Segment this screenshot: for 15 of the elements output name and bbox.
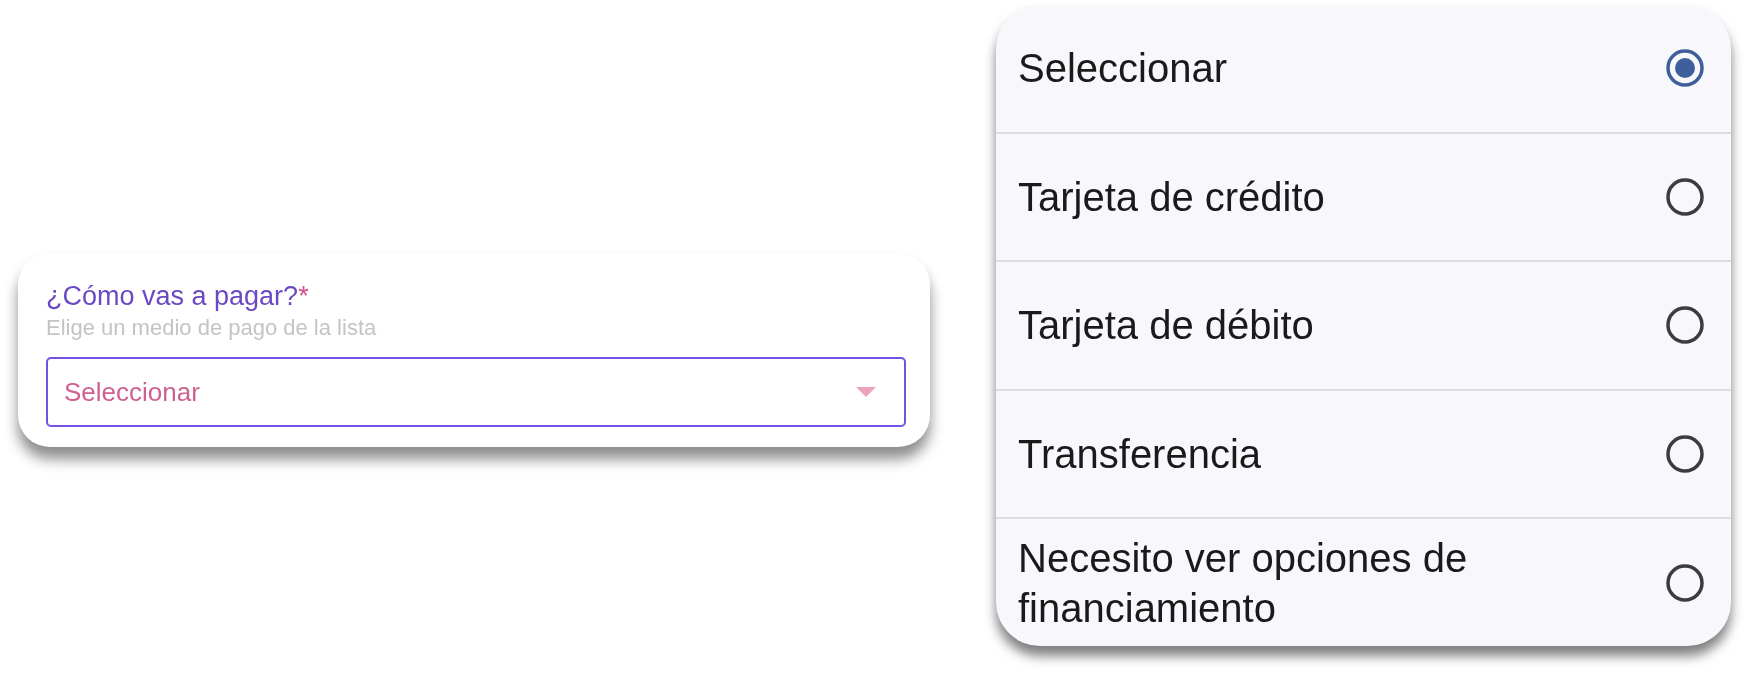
- required-mark: *: [298, 281, 309, 311]
- payment-option[interactable]: Tarjeta de débito: [996, 262, 1731, 389]
- payment-option[interactable]: Necesito ver opciones de financiamiento: [996, 519, 1731, 646]
- payment-option[interactable]: Tarjeta de crédito: [996, 133, 1731, 261]
- payment-option[interactable]: Seleccionar: [996, 5, 1731, 132]
- field-hint: Elige un medio de pago de la lista: [46, 314, 378, 342]
- field-label: ¿Cómo vas a pagar?: [46, 281, 299, 311]
- radio-empty-icon[interactable]: [1666, 306, 1704, 345]
- radio-empty-icon[interactable]: [1666, 435, 1704, 474]
- payment-select[interactable]: Seleccionar: [46, 357, 906, 427]
- radio-empty-icon[interactable]: [1666, 563, 1704, 602]
- radio-selected-icon[interactable]: [1666, 49, 1704, 88]
- radio-empty-icon[interactable]: [1666, 177, 1704, 216]
- caret-icon: [856, 387, 876, 397]
- payment-option[interactable]: Transferencia: [996, 390, 1731, 518]
